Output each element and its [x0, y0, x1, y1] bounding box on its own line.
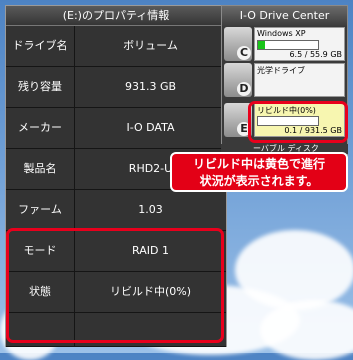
cloud — [235, 230, 353, 310]
callout-line-2: 状況が表示されます。 — [199, 174, 319, 188]
property-row: ドライブ名 ボリューム — [6, 26, 226, 67]
optical-drive-icon: D — [224, 63, 252, 97]
drive-name: Windows XP — [257, 29, 306, 38]
property-label: モード — [6, 231, 75, 271]
property-label: メーカー — [6, 108, 75, 148]
drive-info: Windows XP 6.5 / 55.9 GB — [254, 27, 345, 61]
property-value: RAID 1 — [132, 244, 169, 257]
drive-letter: C — [237, 46, 251, 60]
property-label: 残り容量 — [6, 67, 75, 107]
property-row: 状態 リビルド中(0%) — [6, 272, 226, 313]
drive-item-d[interactable]: D 光学ドライブ — [224, 63, 345, 97]
property-row: 残り容量 931.3 GB — [6, 67, 226, 108]
property-label — [6, 313, 75, 346]
property-row: ファーム 1.03 — [6, 190, 226, 231]
property-row: メーカー I-O DATA — [6, 108, 226, 149]
property-label: 状態 — [6, 272, 75, 312]
drive-item-c[interactable]: C Windows XP 6.5 / 55.9 GB — [224, 27, 345, 61]
property-value: ボリューム — [123, 39, 178, 52]
property-row — [6, 313, 226, 347]
property-value: 931.3 GB — [124, 80, 177, 93]
property-value: 1.03 — [138, 203, 163, 216]
property-row: モード RAID 1 — [6, 231, 226, 272]
cloud — [260, 300, 353, 360]
property-label: ファーム — [6, 190, 75, 230]
hard-drive-icon: C — [224, 27, 252, 61]
property-label: 製品名 — [6, 149, 75, 189]
drive-size: 6.5 / 55.9 GB — [289, 50, 342, 59]
property-label: ドライブ名 — [6, 26, 75, 66]
drive-letter: D — [237, 82, 251, 96]
properties-title: (E:)のプロパティ情報 — [6, 6, 226, 26]
rebuild-highlight — [248, 101, 348, 143]
drive-info: 光学ドライブ — [254, 63, 345, 97]
property-value: リビルド中(0%) — [109, 285, 192, 298]
drive-center-title: I-O Drive Center — [222, 6, 347, 26]
property-value: I-O DATA — [126, 121, 175, 134]
usage-bar — [257, 40, 319, 50]
drive-name: 光学ドライブ — [257, 66, 305, 75]
usage-fill — [258, 41, 266, 49]
rebuild-callout: リビルド中は黄色で進行 状況が表示されます。 — [170, 152, 348, 192]
property-value — [75, 313, 226, 346]
callout-line-1: リビルド中は黄色で進行 — [192, 157, 325, 171]
